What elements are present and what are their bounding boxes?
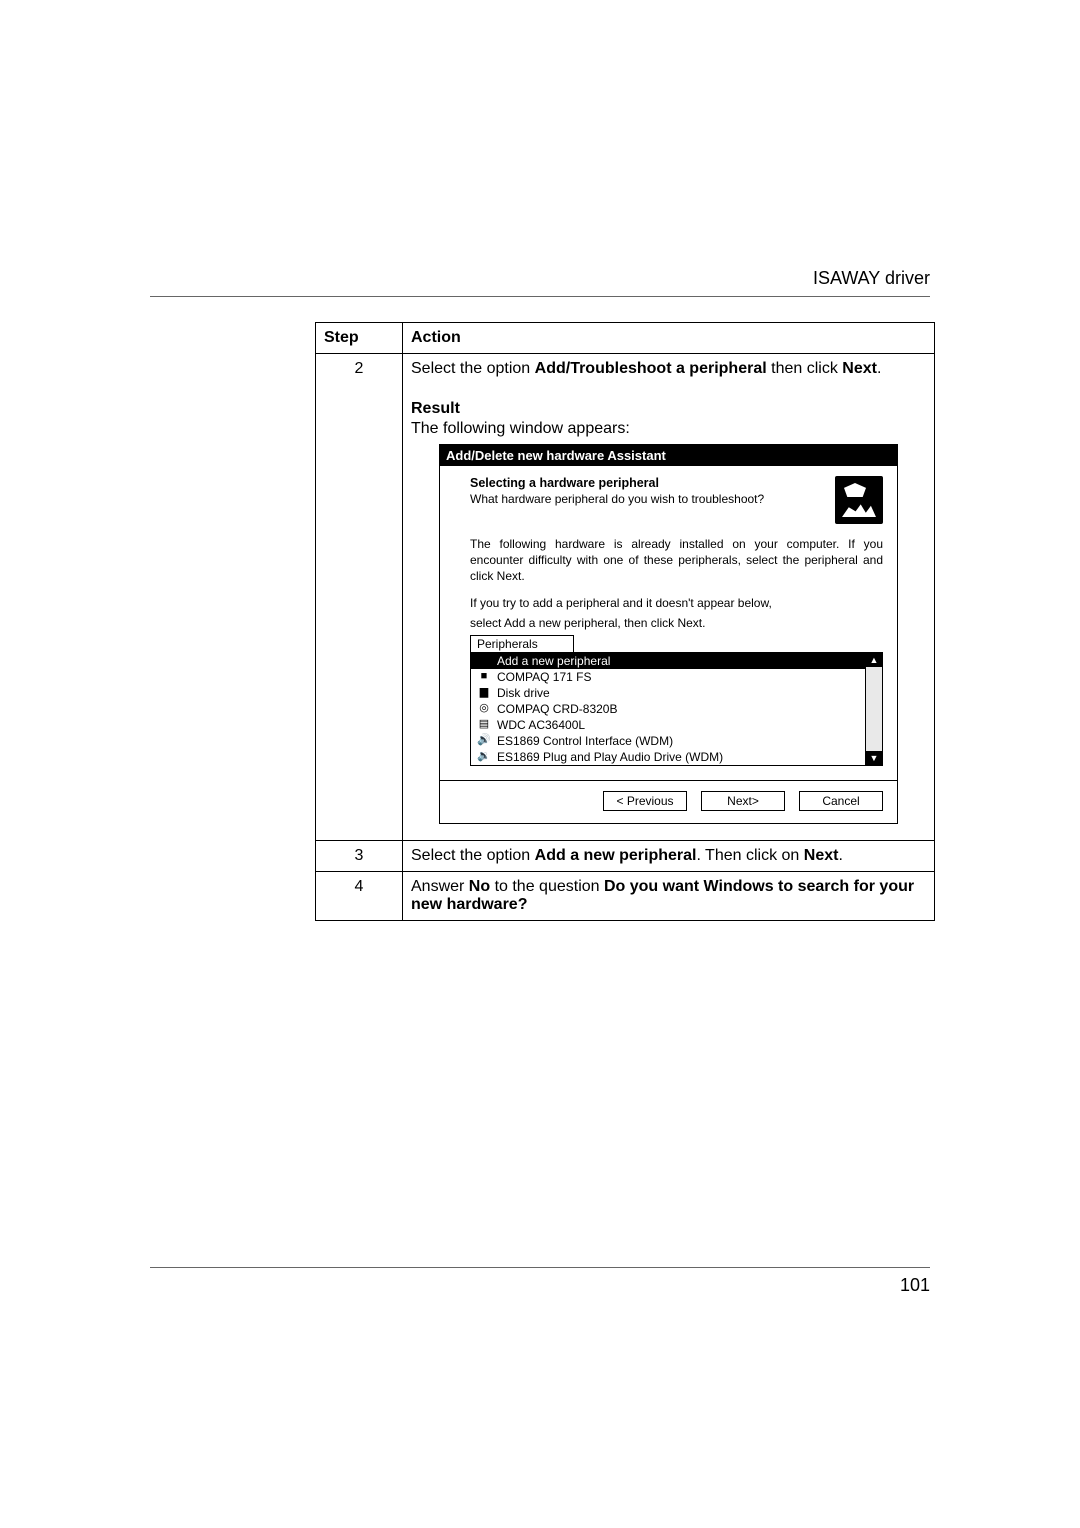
- text: .: [877, 360, 881, 377]
- list-item[interactable]: Disk drive: [471, 685, 865, 701]
- dialog-question: What hardware peripheral do you wish to …: [470, 492, 825, 506]
- text: . Then click on: [696, 847, 803, 864]
- col-step-header: Step: [316, 323, 403, 354]
- text: Select the option: [411, 847, 535, 864]
- step-action: Select the option Add/Troubleshoot a per…: [403, 354, 935, 841]
- text: then click: [767, 360, 843, 377]
- peripherals-listbox[interactable]: Peripherals Add a new peripheralCOMPAQ 1…: [470, 635, 883, 766]
- result-label: Result: [411, 400, 926, 418]
- scroll-track[interactable]: [866, 667, 882, 751]
- dialog-paragraph: If you try to add a peripheral and it do…: [470, 595, 883, 611]
- text: to the question: [490, 878, 604, 895]
- steps-table: Step Action 2 Select the option Add/Trou…: [315, 322, 935, 921]
- list-item[interactable]: COMPAQ CRD-8320B: [471, 701, 865, 717]
- listbox-scrollbar[interactable]: ▲ ▼: [865, 653, 882, 765]
- step-number: 3: [316, 840, 403, 871]
- monitor-icon: [477, 671, 491, 683]
- cancel-button[interactable]: Cancel: [799, 791, 883, 811]
- page: ISAWAY driver Step Action 2 Select the o…: [0, 0, 1080, 1528]
- step-action: Answer No to the question Do you want Wi…: [403, 871, 935, 920]
- page-number: 101: [900, 1275, 930, 1296]
- text-bold: No: [469, 878, 490, 895]
- dialog-body: Selecting a hardware peripheral What har…: [440, 466, 897, 823]
- disk-icon: [477, 687, 491, 699]
- step-number: 4: [316, 871, 403, 920]
- dialog-paragraph: select Add a new peripheral, then click …: [470, 615, 883, 631]
- dialog-divider: [440, 780, 897, 781]
- list-item-label: Disk drive: [497, 685, 550, 701]
- list-item-label: ES1869 Control Interface (WDM): [497, 733, 673, 749]
- list-item[interactable]: WDC AC36400L: [471, 717, 865, 733]
- scroll-down-button[interactable]: ▼: [866, 751, 882, 765]
- cd-icon: [477, 703, 491, 715]
- step-number: 2: [316, 354, 403, 841]
- next-button[interactable]: Next>: [701, 791, 785, 811]
- text-bold: Add/Troubleshoot a peripheral: [535, 360, 767, 377]
- listbox-caption: Peripherals: [470, 635, 574, 652]
- dialog-paragraph: The following hardware is already instal…: [470, 536, 883, 585]
- table-row: 3 Select the option Add a new peripheral…: [316, 840, 935, 871]
- table-row: 2 Select the option Add/Troubleshoot a p…: [316, 354, 935, 841]
- text: Answer: [411, 878, 469, 895]
- result-text: The following window appears:: [411, 420, 926, 438]
- header-right: ISAWAY driver: [813, 268, 930, 289]
- top-divider: [150, 296, 930, 297]
- text-bold: Add a new peripheral: [535, 847, 697, 864]
- previous-button[interactable]: < Previous: [603, 791, 687, 811]
- col-action-header: Action: [403, 323, 935, 354]
- list-item-label: Add a new peripheral: [497, 653, 610, 669]
- text-bold: Next: [804, 847, 839, 864]
- table-row: 4 Answer No to the question Do you want …: [316, 871, 935, 920]
- list-item-label: ES1869 Plug and Play Audio Drive (WDM): [497, 749, 723, 765]
- dialog-subtitle: Selecting a hardware peripheral: [470, 476, 825, 490]
- scroll-up-button[interactable]: ▲: [866, 653, 882, 667]
- speaker2-icon: [477, 751, 491, 763]
- text: .: [838, 847, 842, 864]
- content: Step Action 2 Select the option Add/Trou…: [315, 322, 935, 921]
- list-item[interactable]: Add a new peripheral: [471, 653, 865, 669]
- hdd-icon: [477, 719, 491, 731]
- list-item[interactable]: COMPAQ 171 FS: [471, 669, 865, 685]
- speaker1-icon: [477, 735, 491, 747]
- list-item-label: COMPAQ CRD-8320B: [497, 701, 617, 717]
- hardware-assistant-dialog: Add/Delete new hardware Assistant Select…: [439, 444, 898, 824]
- dialog-title: Add/Delete new hardware Assistant: [440, 445, 897, 466]
- step-action: Select the option Add a new peripheral. …: [403, 840, 935, 871]
- list-item[interactable]: ES1869 Control Interface (WDM): [471, 733, 865, 749]
- bottom-divider: [150, 1267, 930, 1268]
- text: Select the option: [411, 360, 535, 377]
- text-bold: Next: [842, 360, 877, 377]
- list-item[interactable]: ES1869 Plug and Play Audio Drive (WDM): [471, 749, 865, 765]
- list-item-label: WDC AC36400L: [497, 717, 585, 733]
- wizard-icon: [835, 476, 883, 524]
- list-item-label: COMPAQ 171 FS: [497, 669, 591, 685]
